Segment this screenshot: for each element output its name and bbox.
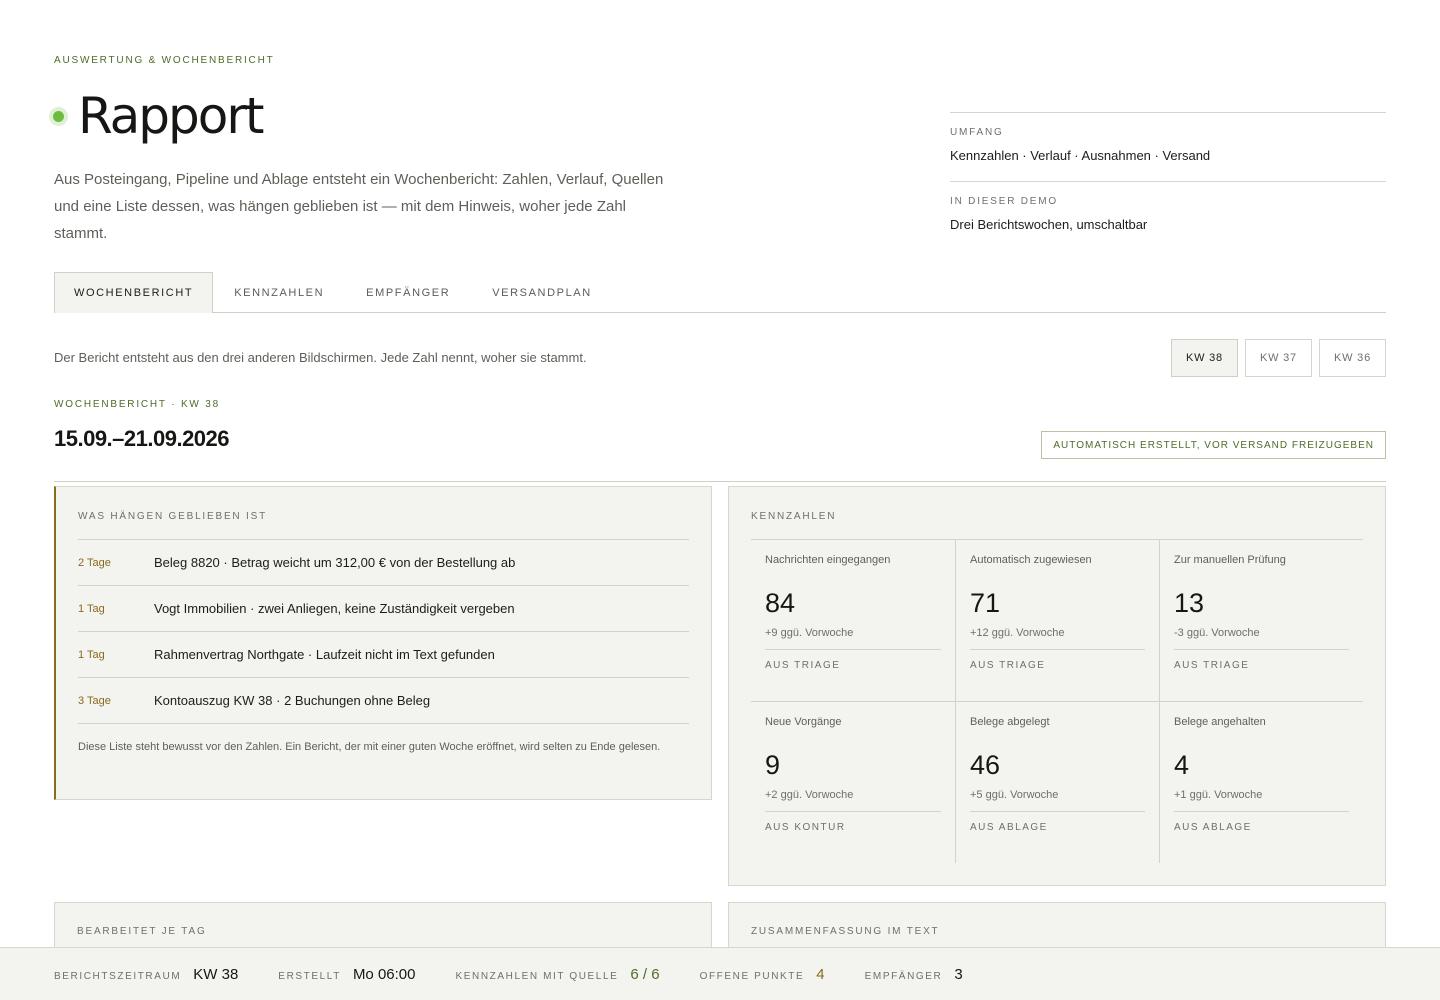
status-open: OFFENE PUNKTE 4 [700, 966, 825, 983]
status-created-label: ERSTELLT [278, 970, 341, 982]
report-intro: Der Bericht entsteht aus den drei andere… [54, 350, 587, 365]
kpi-value: 4 [1174, 750, 1190, 780]
auto-created-badge: AUTOMATISCH ERSTELLT, VOR VERSAND FREIZU… [1041, 431, 1386, 459]
status-sourced-label: KENNZAHLEN MIT QUELLE [455, 970, 619, 982]
kpi-delta: -3 ggü. Vorwoche [1174, 627, 1349, 650]
week-button-kw36[interactable]: KW 36 [1318, 339, 1386, 377]
list-item[interactable]: 3 Tage Kontoauszug KW 38 · 2 Buchungen o… [78, 677, 689, 723]
week-button-kw37[interactable]: KW 37 [1244, 339, 1312, 377]
page-title: Rapport [78, 87, 265, 145]
status-sourced-value: 6 / 6 [630, 965, 660, 983]
kpi-panel: KENNZAHLEN Nachrichten eingegangen 84 +9… [728, 486, 1386, 886]
kpi-delta: +1 ggü. Vorwoche [1174, 789, 1349, 812]
week-switcher: KW 38 KW 37 KW 36 [1170, 339, 1386, 377]
kpi-card-messages-received[interactable]: Nachrichten eingegangen 84 +9 ggü. Vorwo… [751, 539, 955, 701]
stuck-text: Rahmenvertrag Northgate · Laufzeit nicht… [154, 647, 495, 662]
kpi-source: AUS TRIAGE [765, 660, 841, 671]
kpi-delta: +12 ggü. Vorwoche [970, 627, 1145, 650]
kpi-delta: +2 ggü. Vorwoche [765, 789, 941, 812]
page-header: AUSWERTUNG & WOCHENBERICHT Rapport Aus P… [53, 55, 674, 247]
divider [54, 481, 1386, 482]
kpi-source: AUS TRIAGE [1174, 660, 1250, 671]
stuck-age: 3 Tage [78, 694, 111, 707]
kpi-value: 13 [1174, 588, 1205, 618]
kpi-value: 71 [970, 588, 1001, 618]
kpi-source: AUS KONTUR [765, 822, 846, 833]
list-item[interactable]: 2 Tage Beleg 8820 · Betrag weicht um 312… [78, 539, 689, 585]
meta-demo: IN DIESER DEMO Drei Berichtswochen, umsc… [950, 181, 1386, 250]
kpi-card-receipts-held[interactable]: Belege angehalten 4 +1 ggü. Vorwoche AUS… [1159, 701, 1363, 863]
report-kicker: WOCHENBERICHT · KW 38 [54, 399, 220, 410]
kpi-delta: +9 ggü. Vorwoche [765, 627, 941, 650]
page-kicker: AUSWERTUNG & WOCHENBERICHT [54, 55, 275, 66]
kpi-value: 46 [970, 750, 1001, 780]
status-open-value: 4 [816, 965, 825, 983]
meta-scope-label: UMFANG [950, 127, 1004, 138]
list-item[interactable]: 1 Tag Rahmenvertrag Northgate · Laufzeit… [78, 631, 689, 677]
stuck-items-panel: WAS HÄNGEN GEBLIEBEN IST 2 Tage Beleg 88… [54, 486, 712, 800]
summary-panel-title: ZUSAMMENFASSUNG IM TEXT [751, 926, 940, 937]
meta-demo-label: IN DIESER DEMO [950, 196, 1058, 207]
status-sourced: KENNZAHLEN MIT QUELLE 6 / 6 [455, 966, 659, 983]
stuck-list: 2 Tage Beleg 8820 · Betrag weicht um 312… [78, 539, 689, 723]
kpi-card-auto-assigned[interactable]: Automatisch zugewiesen 71 +12 ggü. Vorwo… [955, 539, 1159, 701]
list-item[interactable]: 1 Tag Vogt Immobilien · zwei Anliegen, k… [78, 585, 689, 631]
kpi-card-manual-review[interactable]: Zur manuellen Prüfung 13 -3 ggü. Vorwoch… [1159, 539, 1363, 701]
status-period-label: BERICHTSZEITRAUM [54, 970, 182, 982]
kpi-delta: +5 ggü. Vorwoche [970, 789, 1145, 812]
status-created: ERSTELLT Mo 06:00 [278, 966, 415, 983]
kpi-source: AUS ABLAGE [970, 822, 1048, 833]
kpi-label: Automatisch zugewiesen [970, 554, 1092, 566]
kpi-grid: Nachrichten eingegangen 84 +9 ggü. Vorwo… [751, 539, 1363, 863]
kpi-source: AUS ABLAGE [1174, 822, 1252, 833]
stuck-age: 1 Tag [78, 602, 105, 615]
stuck-text: Kontoauszug KW 38 · 2 Buchungen ohne Bel… [154, 693, 431, 708]
kpi-panel-title: KENNZAHLEN [751, 511, 837, 522]
status-recipients: EMPFÄNGER 3 [865, 966, 963, 983]
tab-wochenbericht[interactable]: WOCHENBERICHT [54, 272, 214, 313]
kpi-value: 9 [765, 750, 781, 780]
kpi-card-receipts-filed[interactable]: Belege abgelegt 46 +5 ggü. Vorwoche AUS … [955, 701, 1159, 863]
kpi-label: Neue Vorgänge [765, 716, 842, 728]
kpi-card-new-cases[interactable]: Neue Vorgänge 9 +2 ggü. Vorwoche AUS KON… [751, 701, 955, 863]
meta-demo-value: Drei Berichtswochen, umschaltbar [950, 217, 1148, 232]
stuck-text: Beleg 8820 · Betrag weicht um 312,00 € v… [154, 555, 516, 570]
meta-panel: UMFANG Kennzahlen · Verlauf · Ausnahmen … [950, 112, 1386, 250]
stuck-panel-title: WAS HÄNGEN GEBLIEBEN IST [78, 511, 267, 522]
stuck-age: 2 Tage [78, 556, 111, 569]
meta-scope: UMFANG Kennzahlen · Verlauf · Ausnahmen … [950, 112, 1386, 181]
tab-versandplan[interactable]: VERSANDPLAN [471, 272, 613, 313]
status-period-value: KW 38 [193, 965, 239, 983]
tab-kennzahlen[interactable]: KENNZAHLEN [213, 272, 345, 313]
kpi-value: 84 [765, 588, 796, 618]
status-dot-icon [53, 110, 64, 122]
daily-panel-title: BEARBEITET JE TAG [77, 926, 207, 937]
page-lead: Aus Posteingang, Pipeline und Ablage ent… [54, 171, 664, 242]
status-created-value: Mo 06:00 [352, 965, 416, 983]
status-open-label: OFFENE PUNKTE [699, 970, 805, 982]
kpi-label: Nachrichten eingegangen [765, 554, 891, 566]
kpi-label: Belege angehalten [1174, 716, 1266, 728]
status-recipients-value: 3 [954, 965, 963, 983]
status-bar: BERICHTSZEITRAUM KW 38 ERSTELLT Mo 06:00… [0, 947, 1440, 1000]
status-recipients-label: EMPFÄNGER [864, 970, 943, 982]
kpi-label: Belege abgelegt [970, 716, 1050, 728]
kpi-label: Zur manuellen Prüfung [1174, 554, 1286, 566]
meta-scope-value: Kennzahlen · Verlauf · Ausnahmen · Versa… [950, 148, 1211, 163]
stuck-text: Vogt Immobilien · zwei Anliegen, keine Z… [154, 601, 515, 616]
week-button-kw38[interactable]: KW 38 [1170, 339, 1238, 377]
main-tabs: WOCHENBERICHT KENNZAHLEN EMPFÄNGER VERSA… [54, 272, 1386, 313]
title-row: Rapport [53, 87, 674, 145]
report-date-range: 15.09.–21.09.2026 [54, 426, 230, 451]
stuck-note: Diese Liste steht bewusst vor den Zahlen… [78, 723, 689, 757]
tab-empfaenger[interactable]: EMPFÄNGER [345, 272, 471, 313]
stuck-age: 1 Tag [78, 648, 105, 661]
status-period: BERICHTSZEITRAUM KW 38 [54, 966, 238, 983]
kpi-source: AUS TRIAGE [970, 660, 1046, 671]
